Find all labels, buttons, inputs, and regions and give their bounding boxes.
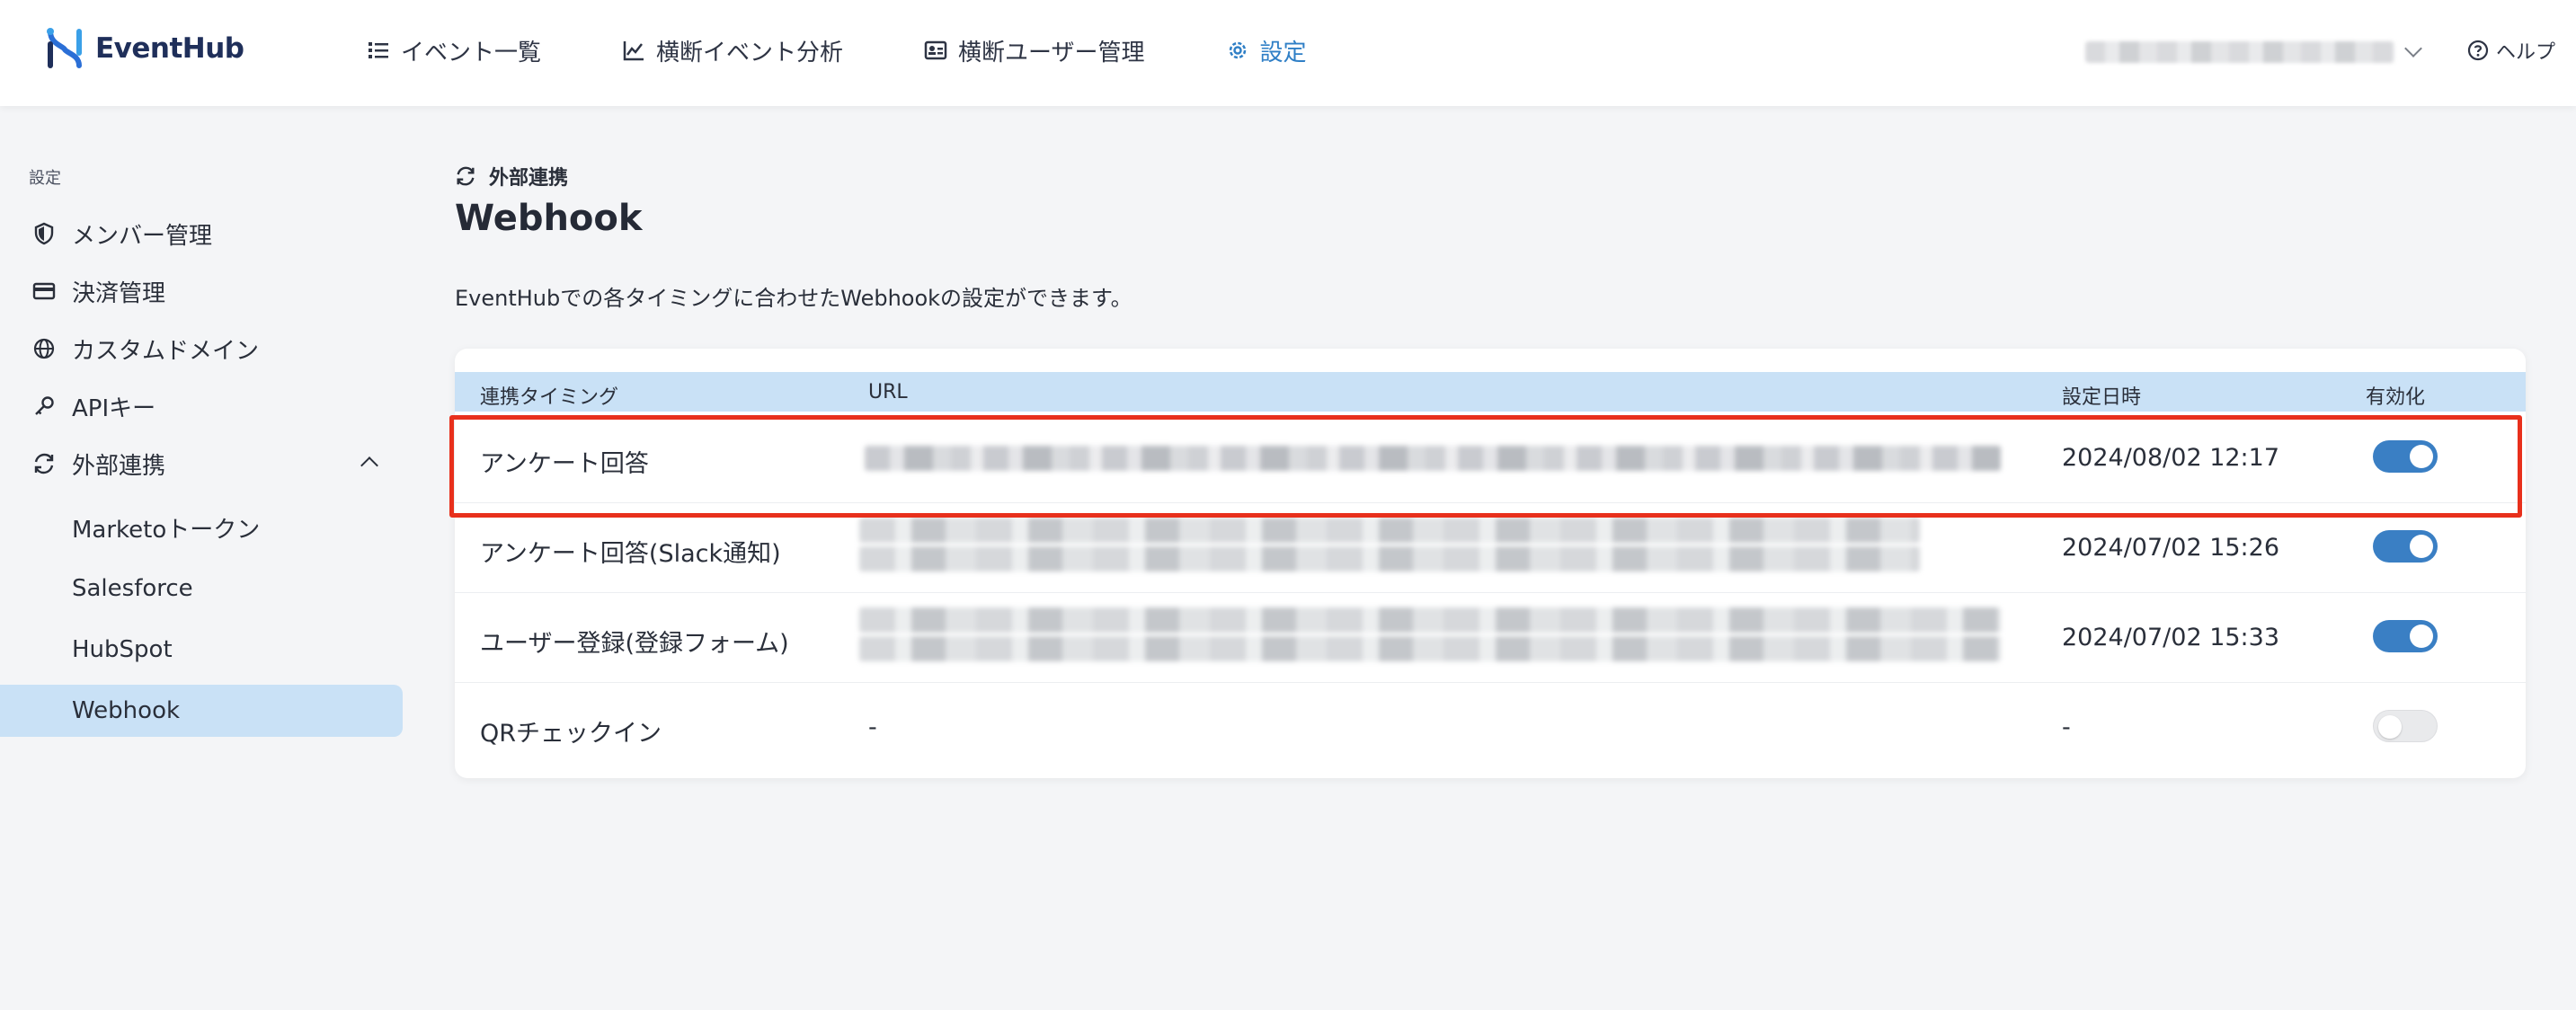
table-row[interactable]: QRチェックイン - -	[455, 683, 2526, 773]
column-header-enabled: 有効化	[2366, 386, 2426, 409]
url-redacted	[859, 546, 1920, 571]
logo[interactable]: EventHub	[45, 25, 244, 72]
sync-icon	[34, 453, 54, 474]
sidebar-item-api-key[interactable]: APIキー	[0, 380, 403, 432]
url-redacted	[859, 607, 2001, 633]
enabled-toggle[interactable]	[2373, 440, 2438, 473]
nav-item-settings[interactable]: 設定	[1226, 34, 1307, 67]
sidebar-item-label: メンバー管理	[72, 222, 213, 250]
globe-icon	[33, 338, 55, 359]
sidebar-subitem-label: Salesforce	[72, 575, 193, 602]
sidebar-subitem-label: Marketoトークン	[72, 516, 261, 544]
sidebar-item-custom-domain[interactable]: カスタムドメイン	[0, 323, 403, 375]
sidebar-subitem-marketo-token[interactable]: Marketoトークン	[0, 501, 403, 554]
row-timing: QRチェックイン	[480, 720, 662, 748]
sidebar-subitem-hubspot[interactable]: HubSpot	[0, 624, 403, 676]
question-circle-icon	[2467, 40, 2489, 61]
sidebar-item-member-management[interactable]: メンバー管理	[0, 208, 403, 260]
row-date: 2024/07/02 15:33	[2062, 624, 2280, 651]
sidebar-subitem-label: HubSpot	[72, 636, 173, 663]
enabled-toggle[interactable]	[2373, 530, 2438, 563]
sync-icon	[457, 166, 475, 186]
list-icon	[369, 42, 388, 58]
row-date: 2024/08/02 12:17	[2062, 444, 2280, 472]
table-header: 連携タイミング URL 設定日時 有効化	[455, 372, 2526, 412]
column-header-date: 設定日時	[2062, 386, 2142, 409]
url-redacted	[859, 518, 1920, 543]
sidebar-item-payment-management[interactable]: 決済管理	[0, 265, 403, 317]
sidebar-item-label: 決済管理	[72, 279, 166, 307]
help-link[interactable]: ヘルプ	[2467, 36, 2555, 65]
account-name-redacted	[2085, 41, 2394, 63]
main-nav: イベント一覧 横断イベント分析 横断ユーザー管理 設定	[367, 0, 1388, 101]
url-redacted	[859, 636, 2001, 661]
table-row[interactable]: アンケート回答 2024/08/02 12:17	[455, 413, 2526, 503]
gear-icon	[1229, 41, 1246, 59]
eventhub-logo-icon	[47, 28, 82, 68]
row-timing: アンケート回答	[480, 450, 649, 478]
chevron-up-icon[interactable]	[360, 456, 378, 474]
row-timing: ユーザー登録(登録フォーム)	[480, 630, 789, 658]
nav-item-cross-user-management[interactable]: 横断ユーザー管理	[924, 34, 1145, 67]
top-header: EventHub イベント一覧 横断イベント分析 横断ユーザー管理 設定 ヘルプ	[0, 0, 2576, 106]
row-timing: アンケート回答(Slack通知)	[480, 540, 781, 568]
chevron-down-icon	[2404, 40, 2422, 58]
app-name: EventHub	[95, 32, 244, 65]
account-dropdown[interactable]	[2085, 40, 2423, 65]
sidebar-subitem-label: Webhook	[72, 697, 181, 724]
column-header-url: URL	[868, 381, 908, 403]
webhook-table-card: 連携タイミング URL 設定日時 有効化 アンケート回答 2024/08/02 …	[455, 349, 2526, 778]
enabled-toggle[interactable]	[2373, 620, 2438, 652]
key-icon	[35, 396, 54, 415]
page-description: EventHubでの各タイミングに合わせたWebhookの設定ができます。	[455, 286, 1133, 311]
sidebar-subitem-salesforce[interactable]: Salesforce	[0, 563, 403, 615]
row-url: -	[868, 713, 877, 741]
url-redacted	[865, 446, 2001, 471]
shield-icon	[34, 222, 54, 245]
table-row[interactable]: アンケート回答(Slack通知) 2024/07/02 15:26	[455, 503, 2526, 593]
nav-label: イベント一覧	[401, 39, 542, 66]
settings-sidebar: 設定 メンバー管理 決済管理 カスタムドメイン APIキー 外部連携 Marke…	[0, 106, 413, 1010]
table-row[interactable]: ユーザー登録(登録フォーム) 2024/07/02 15:33	[455, 593, 2526, 683]
chart-line-icon	[623, 41, 644, 61]
sidebar-subitem-webhook[interactable]: Webhook	[0, 685, 403, 737]
sidebar-item-label: APIキー	[72, 394, 156, 422]
nav-label: 横断ユーザー管理	[958, 39, 1145, 66]
row-date: 2024/07/02 15:26	[2062, 534, 2280, 562]
row-date: -	[2062, 713, 2071, 741]
nav-label: 横断イベント分析	[656, 39, 844, 66]
nav-item-cross-event-analysis[interactable]: 横断イベント分析	[622, 34, 843, 67]
id-card-icon	[924, 40, 947, 60]
help-label: ヘルプ	[2496, 41, 2556, 64]
enabled-toggle[interactable]	[2373, 710, 2438, 742]
page-title: Webhook	[455, 198, 643, 239]
nav-label: 設定	[1259, 39, 1307, 66]
breadcrumb-label: 外部連携	[489, 167, 569, 190]
column-header-timing: 連携タイミング	[480, 386, 619, 409]
breadcrumb: 外部連携	[455, 162, 568, 190]
sidebar-section-label: 設定	[29, 169, 61, 188]
nav-item-event-list[interactable]: イベント一覧	[367, 34, 541, 67]
sidebar-item-label: カスタムドメイン	[72, 337, 260, 365]
sidebar-item-external-integration[interactable]: 外部連携	[0, 438, 403, 490]
sidebar-item-label: 外部連携	[72, 452, 166, 480]
credit-card-icon	[32, 282, 56, 300]
